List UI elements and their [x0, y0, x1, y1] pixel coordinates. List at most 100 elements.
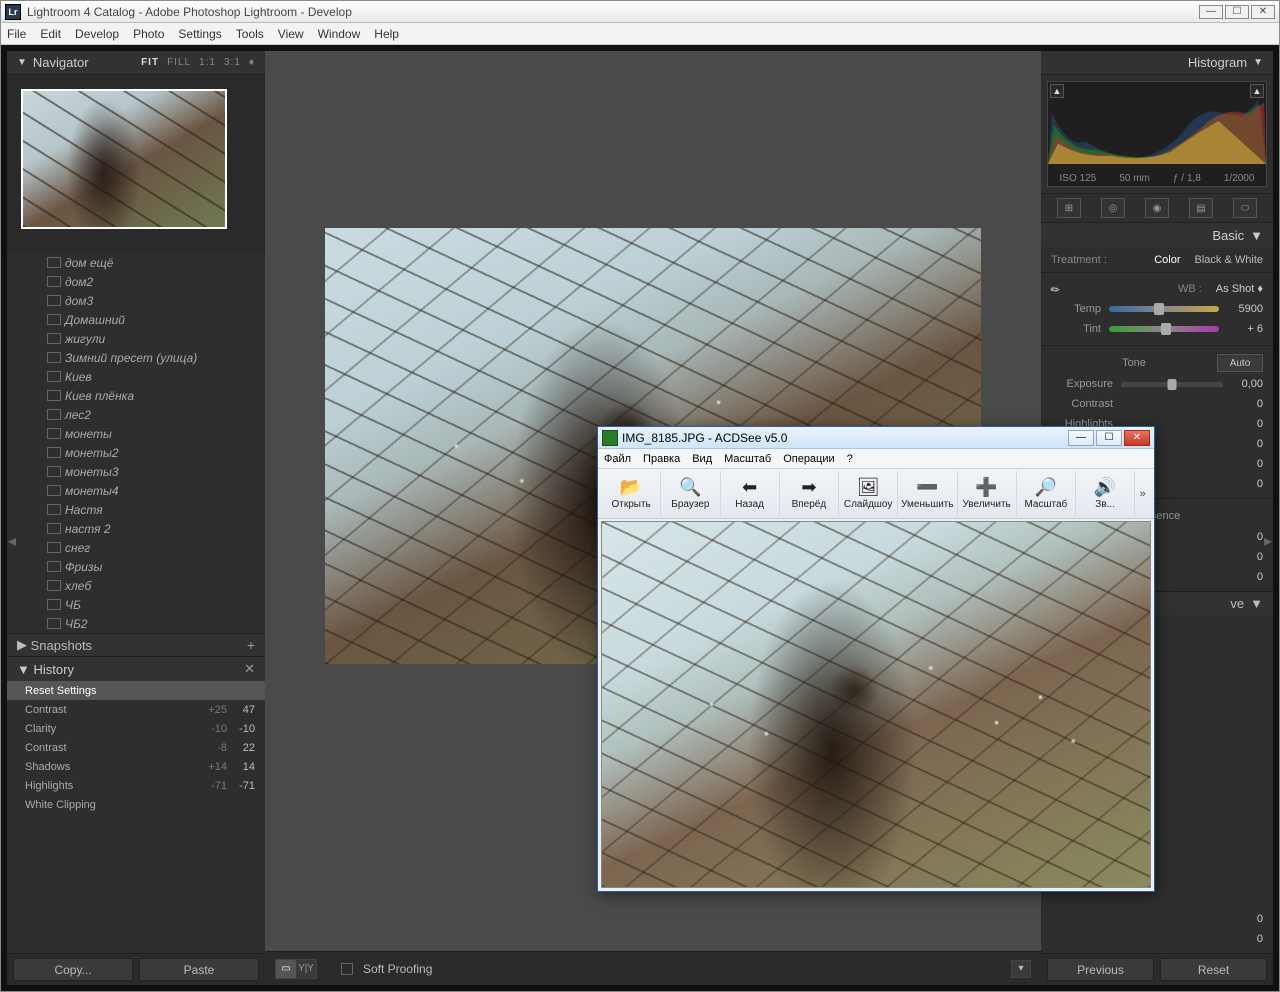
preset-item[interactable]: хлеб	[7, 576, 265, 595]
navigator-preview[interactable]	[7, 75, 265, 253]
acdsee-tool-sound[interactable]: 🔊Зв...	[1076, 471, 1135, 517]
preset-item[interactable]: дом3	[7, 291, 265, 310]
acdsee-window[interactable]: IMG_8185.JPG - ACDSee v5.0 — ☐ ✕ Файл Пра…	[597, 426, 1155, 892]
preset-item[interactable]: Настя	[7, 500, 265, 519]
preset-item[interactable]: монеты4	[7, 481, 265, 500]
menu-settings[interactable]: Settings	[178, 27, 221, 41]
acdsee-menu-item[interactable]: Файл	[604, 453, 631, 465]
soft-proofing-checkbox[interactable]	[341, 963, 353, 975]
saturation-value[interactable]: 0	[1231, 571, 1263, 583]
maximize-button[interactable]: ☐	[1225, 5, 1249, 19]
acdsee-menu-item[interactable]: Правка	[643, 453, 680, 465]
acdsee-tool-back[interactable]: ⬅Назад	[721, 471, 780, 517]
histogram-header[interactable]: Histogram ▼	[1041, 51, 1273, 75]
exposure-slider[interactable]	[1121, 382, 1223, 387]
close-button[interactable]: ✕	[1251, 5, 1275, 19]
zoom-fit[interactable]: FIT	[141, 57, 159, 68]
history-item[interactable]: Reset Settings	[7, 681, 265, 700]
vibrance-value[interactable]: 0	[1231, 551, 1263, 563]
tint-value[interactable]: + 6	[1227, 323, 1263, 335]
menu-file[interactable]: File	[7, 27, 26, 41]
preset-item[interactable]: Киев плёнка	[7, 386, 265, 405]
preset-item[interactable]: Киев	[7, 367, 265, 386]
clear-history-button[interactable]: ✕	[244, 661, 255, 677]
toolbar-options-dropdown[interactable]	[1011, 960, 1031, 978]
preset-item[interactable]: Фризы	[7, 557, 265, 576]
add-snapshot-button[interactable]: +	[247, 637, 255, 653]
menu-help[interactable]: Help	[374, 27, 399, 41]
preset-item[interactable]: дом2	[7, 272, 265, 291]
history-item[interactable]: Clarity-10-10	[7, 719, 265, 738]
paste-button[interactable]: Paste	[139, 958, 259, 981]
menu-window[interactable]: Window	[318, 27, 361, 41]
acdsee-tool-slideshow[interactable]: 🖼Слайдшоу	[839, 471, 898, 517]
acdsee-menu-item[interactable]: Масштаб	[724, 453, 771, 465]
tint-slider[interactable]	[1109, 326, 1219, 332]
history-item[interactable]: Contrast+2547	[7, 700, 265, 719]
acdsee-tool-browser[interactable]: 🔍Браузер	[661, 471, 720, 517]
highlights-value[interactable]: 0	[1231, 418, 1263, 430]
menu-photo[interactable]: Photo	[133, 27, 164, 41]
menu-view[interactable]: View	[278, 27, 304, 41]
zoom-stepper-icon[interactable]: ♦	[249, 57, 255, 68]
preset-item[interactable]: лес2	[7, 405, 265, 424]
loupe-view-icon[interactable]: ▭	[276, 960, 296, 978]
temp-value[interactable]: 5900	[1227, 303, 1263, 315]
whites-value[interactable]: 0	[1231, 458, 1263, 470]
zoom-one[interactable]: 1:1	[199, 57, 216, 68]
preset-item[interactable]: настя 2	[7, 519, 265, 538]
contrast-value[interactable]: 0	[1231, 398, 1263, 410]
treatment-bw[interactable]: Black & White	[1195, 254, 1263, 266]
shadow-clipping-icon[interactable]: ▲	[1050, 84, 1064, 98]
blacks-value[interactable]: 0	[1231, 478, 1263, 490]
basic-panel-header[interactable]: Basic ▼	[1041, 223, 1273, 247]
acdsee-menu-item[interactable]: ?	[847, 453, 853, 465]
acdsee-toolbar-overflow[interactable]: »	[1135, 488, 1150, 500]
highlight-clipping-icon[interactable]: ▲	[1250, 84, 1264, 98]
clarity-value[interactable]: 0	[1231, 531, 1263, 543]
history-item[interactable]: Highlights-71-71	[7, 776, 265, 795]
brush-tool-icon[interactable]: ⬭	[1233, 198, 1257, 218]
wb-value[interactable]: As Shot ♦	[1216, 283, 1263, 295]
right-panel-handle[interactable]: ▸	[1263, 518, 1273, 564]
spot-tool-icon[interactable]: ◎	[1101, 198, 1125, 218]
acdsee-minimize-button[interactable]: —	[1068, 430, 1094, 446]
history-item[interactable]: White Clipping	[7, 795, 265, 814]
auto-tone-button[interactable]: Auto	[1217, 354, 1263, 372]
acdsee-close-button[interactable]: ✕	[1124, 430, 1150, 446]
acdsee-maximize-button[interactable]: ☐	[1096, 430, 1122, 446]
navigator-header[interactable]: ▼ Navigator FIT FILL 1:1 3:1 ♦	[7, 51, 265, 75]
compare-view-icon[interactable]: Y|Y	[296, 960, 316, 978]
preset-item[interactable]: монеты	[7, 424, 265, 443]
reset-button[interactable]: Reset	[1160, 958, 1267, 981]
acdsee-tool-zoomout[interactable]: ➖Уменьшить	[898, 471, 957, 517]
acdsee-titlebar[interactable]: IMG_8185.JPG - ACDSee v5.0 — ☐ ✕	[598, 427, 1154, 449]
minimize-button[interactable]: —	[1199, 5, 1223, 19]
preset-item[interactable]: ЧБ	[7, 595, 265, 614]
acdsee-menu-item[interactable]: Вид	[692, 453, 712, 465]
preset-item[interactable]: дом ещё	[7, 253, 265, 272]
menu-tools[interactable]: Tools	[236, 27, 264, 41]
navigator-thumbnail[interactable]	[21, 89, 227, 229]
previous-button[interactable]: Previous	[1047, 958, 1154, 981]
copy-button[interactable]: Copy...	[13, 958, 133, 981]
acdsee-photo-display[interactable]	[602, 522, 1150, 887]
history-item[interactable]: Shadows+1414	[7, 757, 265, 776]
gradient-tool-icon[interactable]: ▤	[1189, 198, 1213, 218]
preset-item[interactable]: ЧБ2	[7, 614, 265, 633]
preset-item[interactable]: Зимний пресет (улица)	[7, 348, 265, 367]
histogram-display[interactable]: ▲ ▲ ISO 125 50 mm ƒ / 1,8 1/2000	[1047, 81, 1267, 187]
history-item[interactable]: Contrast-822	[7, 738, 265, 757]
acdsee-menu-item[interactable]: Операции	[783, 453, 834, 465]
history-header[interactable]: ▼ History ✕	[7, 657, 265, 681]
zoom-ratio[interactable]: 3:1	[224, 57, 241, 68]
preset-item[interactable]: снег	[7, 538, 265, 557]
lightroom-titlebar[interactable]: Lr Lightroom 4 Catalog - Adobe Photoshop…	[1, 1, 1279, 23]
acdsee-viewport[interactable]	[601, 521, 1151, 888]
shadows-value[interactable]: 0	[1231, 438, 1263, 450]
preset-item[interactable]: монеты3	[7, 462, 265, 481]
treatment-color[interactable]: Color	[1154, 254, 1180, 266]
acdsee-tool-forward[interactable]: ➡Вперёд	[780, 471, 839, 517]
temp-slider[interactable]	[1109, 306, 1219, 312]
acdsee-tool-scale[interactable]: 🔎Масштаб	[1017, 471, 1076, 517]
